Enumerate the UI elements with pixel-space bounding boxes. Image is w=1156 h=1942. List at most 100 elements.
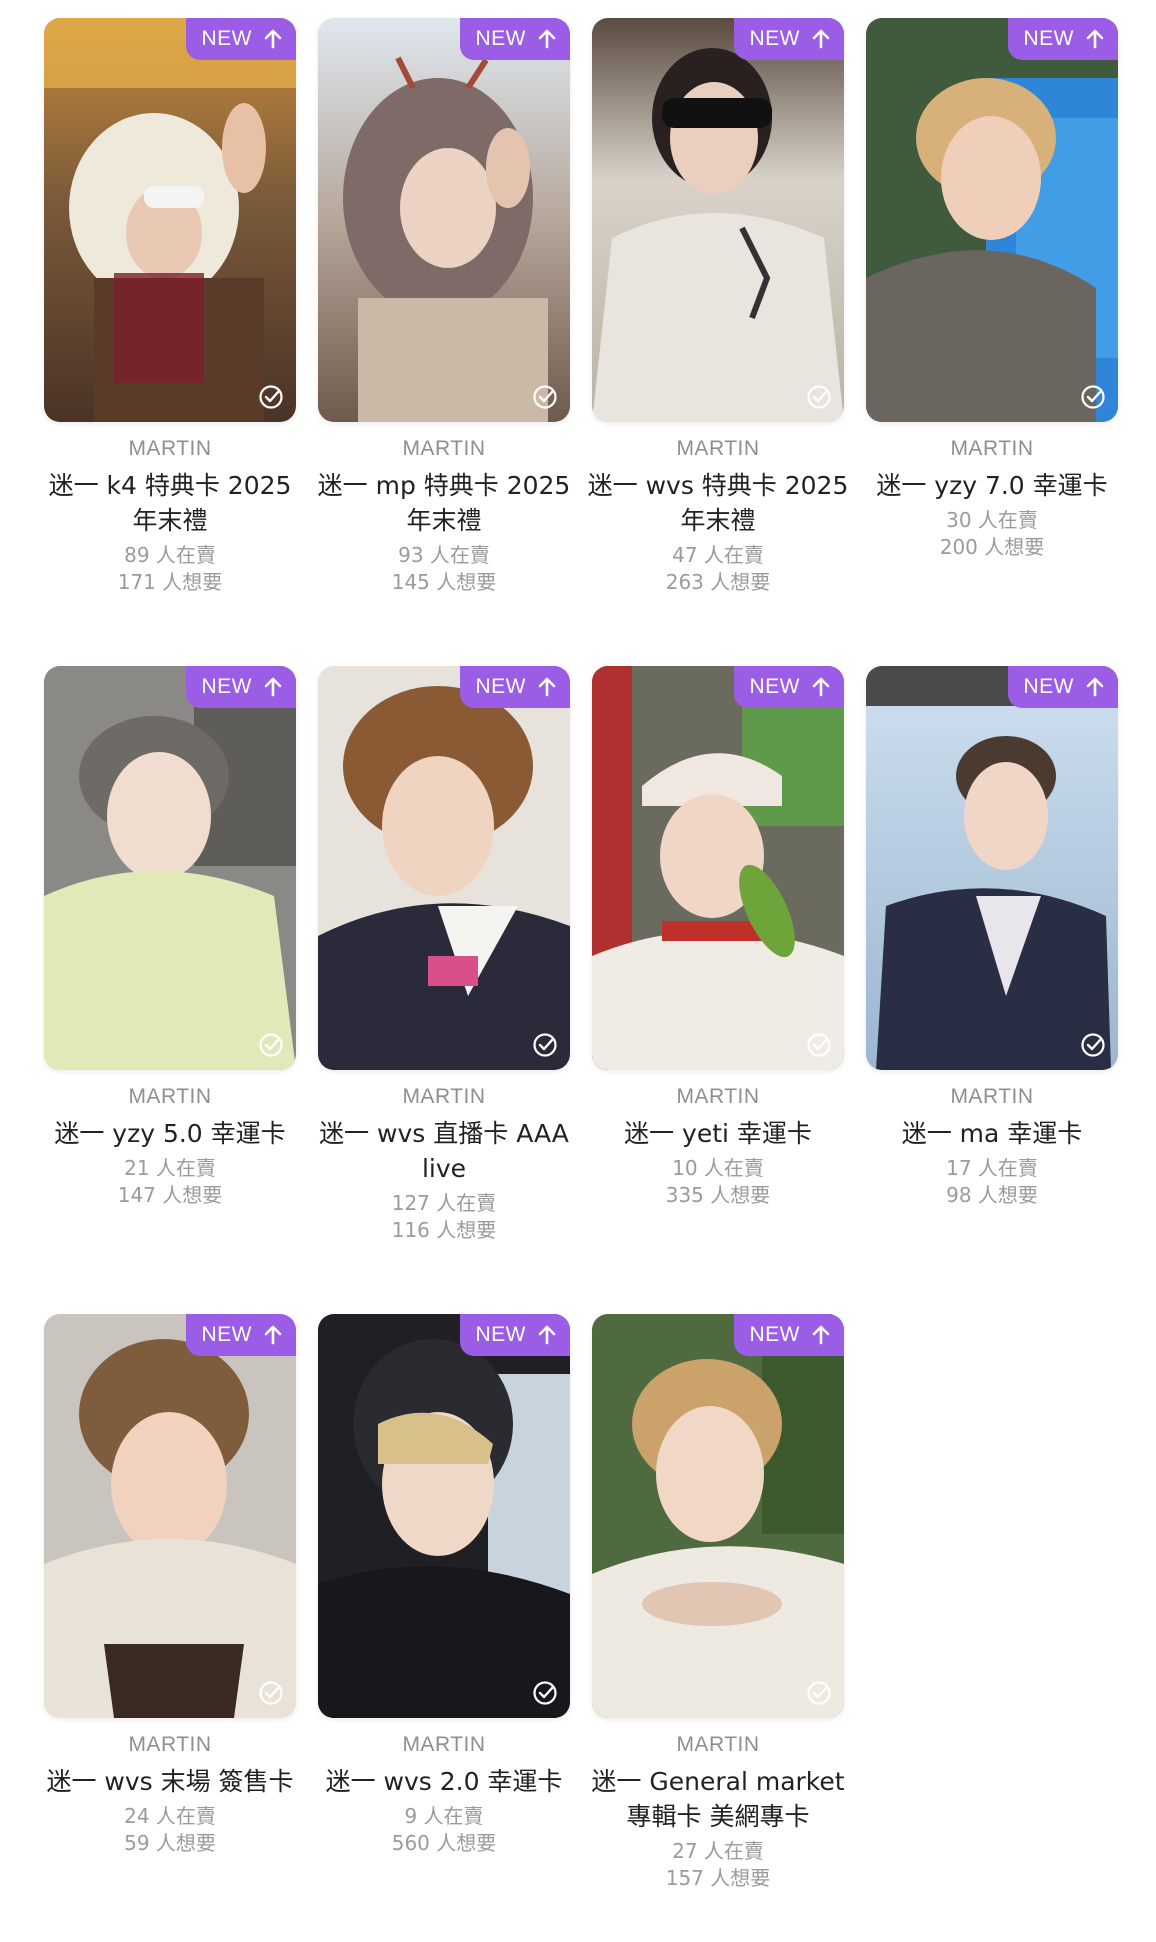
- artist-name: MARTIN: [676, 1085, 760, 1108]
- new-badge: NEW: [1007, 18, 1118, 60]
- photo-placeholder: [592, 666, 844, 1070]
- photo-placeholder: [866, 18, 1118, 422]
- photocard-image[interactable]: NEW: [318, 666, 570, 1070]
- sellers-count: 30 人在賣: [946, 508, 1038, 532]
- photocard-item[interactable]: NEW MARTIN 迷一 mp 特典卡 2025年末禮 93 人在賣 145 …: [318, 18, 570, 646]
- photocard-image[interactable]: NEW: [592, 1314, 844, 1718]
- artist-name: MARTIN: [676, 1733, 760, 1756]
- artist-name: MARTIN: [402, 1733, 486, 1756]
- artist-name: MARTIN: [128, 437, 212, 460]
- artist-name: MARTIN: [950, 437, 1034, 460]
- wants-count: 145 人想要: [391, 570, 497, 594]
- sellers-count: 9 人在賣: [404, 1804, 484, 1828]
- check-circle-icon[interactable]: [532, 1032, 558, 1058]
- card-stats: 89 人在賣 171 人想要: [118, 542, 223, 596]
- sellers-count: 10 人在賣: [672, 1156, 764, 1180]
- check-circle-icon[interactable]: [532, 1680, 558, 1706]
- artist-name: MARTIN: [402, 437, 486, 460]
- photo-placeholder: [592, 1314, 844, 1718]
- wants-count: 335 人想要: [665, 1183, 771, 1207]
- check-circle-icon[interactable]: [806, 1680, 832, 1706]
- sellers-count: 47 人在賣: [672, 543, 764, 567]
- new-badge: NEW: [1007, 666, 1118, 708]
- photocard-item[interactable]: NEW MARTIN 迷一 ma 幸運卡 17 人在賣 98 人想要: [866, 666, 1118, 1294]
- sellers-count: 21 人在賣: [124, 1156, 216, 1180]
- card-title: 迷一 yzy 5.0 幸運卡: [54, 1119, 286, 1148]
- wants-count: 98 人想要: [946, 1183, 1038, 1207]
- sellers-count: 93 人在賣: [398, 543, 490, 567]
- check-circle-icon[interactable]: [1080, 384, 1106, 410]
- photocard-image[interactable]: NEW: [592, 666, 844, 1070]
- artist-name: MARTIN: [676, 437, 760, 460]
- card-stats: 9 人在賣 560 人想要: [392, 1803, 497, 1857]
- photocard-item[interactable]: NEW MARTIN 迷一 yzy 7.0 幸運卡 30 人在賣 200 人想要: [866, 18, 1118, 646]
- card-title: 迷一 k4 特典卡 2025年末禮: [48, 471, 292, 535]
- new-badge: NEW: [733, 18, 844, 60]
- photocard-item[interactable]: NEW MARTIN 迷一 General market 專輯卡 美網專卡 27…: [591, 1314, 845, 1942]
- check-circle-icon[interactable]: [258, 384, 284, 410]
- new-badge: NEW: [733, 1314, 844, 1356]
- card-title: 迷一 General market 專輯卡 美網專卡: [591, 1767, 845, 1831]
- new-badge: NEW: [185, 666, 296, 708]
- wants-count: 263 人想要: [665, 570, 771, 594]
- photo-placeholder: [866, 666, 1118, 1070]
- check-circle-icon[interactable]: [1080, 1032, 1106, 1058]
- card-stats: 47 人在賣 263 人想要: [666, 542, 771, 596]
- sellers-count: 27 人在賣: [672, 1839, 764, 1863]
- photocard-item[interactable]: NEW MARTIN 迷一 yzy 5.0 幸運卡 21 人在賣 147 人想要: [44, 666, 296, 1294]
- new-badge: NEW: [185, 18, 296, 60]
- check-circle-icon[interactable]: [258, 1032, 284, 1058]
- photo-placeholder: [318, 18, 570, 422]
- card-title: 迷一 wvs 特典卡 2025年末禮: [587, 471, 849, 535]
- arrow-up-icon: [538, 677, 556, 697]
- photocard-image[interactable]: NEW: [44, 18, 296, 422]
- arrow-up-icon: [812, 1325, 830, 1345]
- card-stats: 17 人在賣 98 人想要: [946, 1155, 1038, 1209]
- card-title: 迷一 ma 幸運卡: [901, 1119, 1083, 1148]
- photo-placeholder: [318, 1314, 570, 1718]
- wants-count: 171 人想要: [117, 570, 223, 594]
- wants-count: 147 人想要: [117, 1183, 223, 1207]
- photocard-image[interactable]: NEW: [44, 666, 296, 1070]
- photocard-item[interactable]: NEW MARTIN 迷一 yeti 幸運卡 10 人在賣 335 人想要: [592, 666, 844, 1294]
- check-circle-icon[interactable]: [258, 1680, 284, 1706]
- artist-name: MARTIN: [128, 1733, 212, 1756]
- photocard-image[interactable]: NEW: [318, 18, 570, 422]
- photocard-item[interactable]: NEW MARTIN 迷一 wvs 特典卡 2025年末禮 47 人在賣 263…: [588, 18, 848, 646]
- card-stats: 93 人在賣 145 人想要: [392, 542, 497, 596]
- sellers-count: 127 人在賣: [391, 1191, 497, 1215]
- photocard-grid: NEW MARTIN 迷一 k4 特典卡 2025年末禮 89 人在賣 171 …: [44, 18, 1124, 1942]
- card-stats: 127 人在賣 116 人想要: [392, 1190, 497, 1244]
- photo-placeholder: [318, 666, 570, 1070]
- card-stats: 21 人在賣 147 人想要: [118, 1155, 223, 1209]
- arrow-up-icon: [538, 1325, 556, 1345]
- photo-placeholder: [44, 666, 296, 1070]
- card-stats: 24 人在賣 59 人想要: [124, 1803, 216, 1857]
- photocard-item[interactable]: NEW MARTIN 迷一 wvs 末場 簽售卡 24 人在賣 59 人想要: [44, 1314, 296, 1942]
- sellers-count: 24 人在賣: [124, 1804, 216, 1828]
- photocard-item[interactable]: NEW MARTIN 迷一 wvs 直播卡 AAA live 127 人在賣 1…: [318, 666, 570, 1294]
- check-circle-icon[interactable]: [806, 384, 832, 410]
- photocard-image[interactable]: NEW: [866, 666, 1118, 1070]
- new-badge: NEW: [733, 666, 844, 708]
- photocard-image[interactable]: NEW: [44, 1314, 296, 1718]
- photocard-image[interactable]: NEW: [866, 18, 1118, 422]
- card-title: 迷一 yzy 7.0 幸運卡: [876, 471, 1108, 500]
- card-stats: 30 人在賣 200 人想要: [940, 507, 1045, 561]
- wants-count: 200 人想要: [939, 535, 1045, 559]
- photocard-item[interactable]: NEW MARTIN 迷一 wvs 2.0 幸運卡 9 人在賣 560 人想要: [318, 1314, 570, 1942]
- wants-count: 157 人想要: [665, 1866, 771, 1890]
- sellers-count: 89 人在賣: [124, 543, 216, 567]
- arrow-up-icon: [812, 29, 830, 49]
- check-circle-icon[interactable]: [806, 1032, 832, 1058]
- photocard-image[interactable]: NEW: [318, 1314, 570, 1718]
- card-title: 迷一 yeti 幸運卡: [624, 1119, 812, 1148]
- photocard-item[interactable]: NEW MARTIN 迷一 k4 特典卡 2025年末禮 89 人在賣 171 …: [44, 18, 296, 646]
- photo-placeholder: [44, 1314, 296, 1718]
- check-circle-icon[interactable]: [532, 384, 558, 410]
- wants-count: 59 人想要: [124, 1831, 216, 1855]
- photocard-image[interactable]: NEW: [592, 18, 844, 422]
- sellers-count: 17 人在賣: [946, 1156, 1038, 1180]
- arrow-up-icon: [812, 677, 830, 697]
- photo-placeholder: [44, 18, 296, 422]
